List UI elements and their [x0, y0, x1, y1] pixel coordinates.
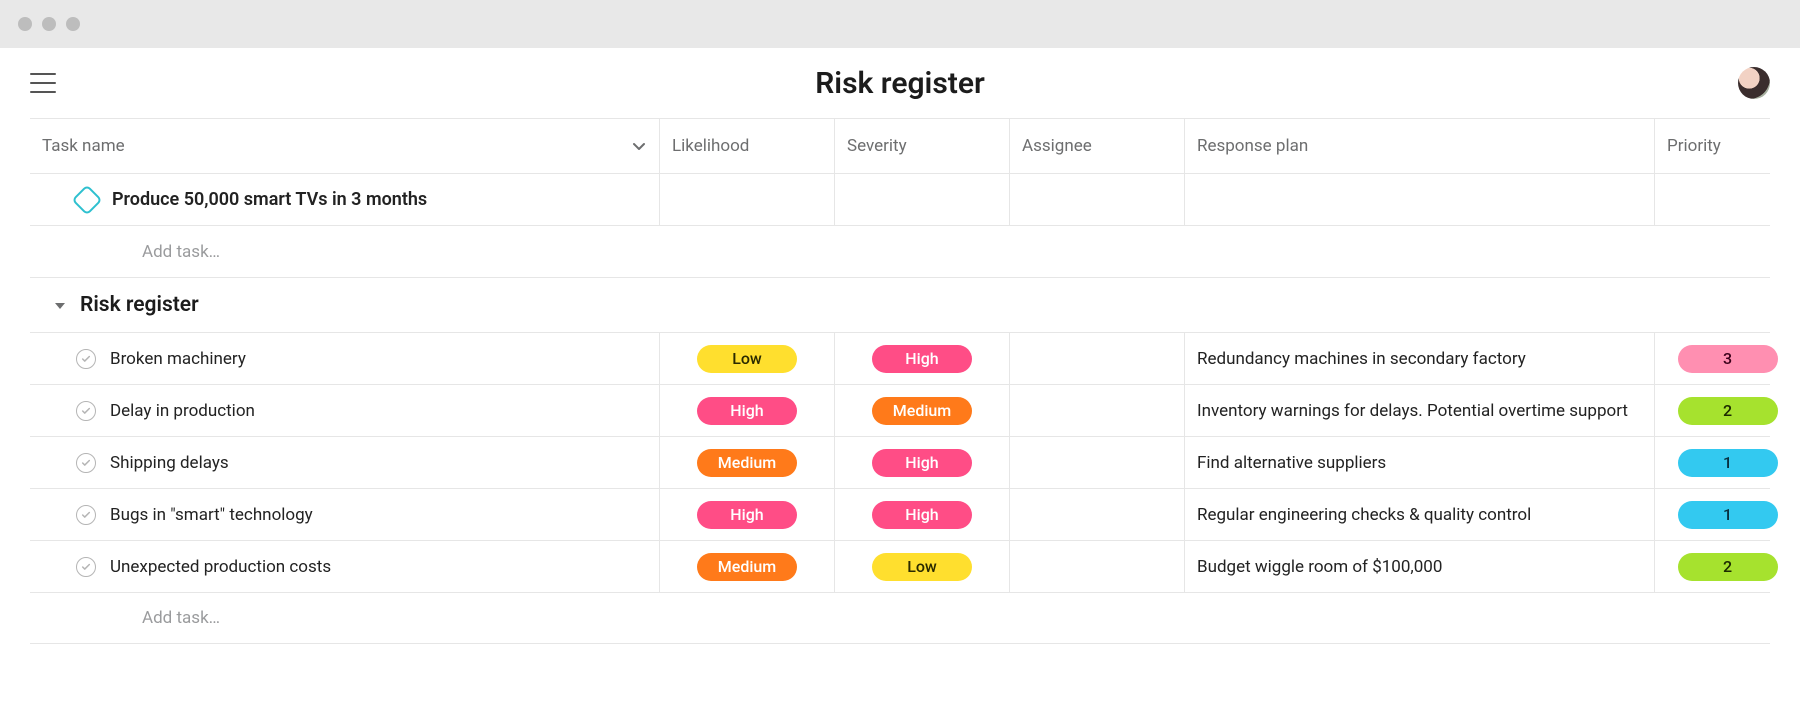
- response-cell[interactable]: Redundancy machines in secondary factory: [1185, 333, 1655, 384]
- severity-pill[interactable]: High: [872, 345, 972, 373]
- assignee-cell[interactable]: [1010, 333, 1185, 384]
- task-name: Broken machinery: [110, 349, 246, 369]
- window-chrome: [0, 0, 1800, 48]
- add-task-row[interactable]: Add task…: [30, 592, 1770, 644]
- goal-title: Produce 50,000 smart TVs in 3 months: [112, 189, 427, 210]
- goal-icon: [71, 184, 102, 215]
- check-circle-icon[interactable]: [76, 401, 96, 421]
- likelihood-pill[interactable]: High: [697, 501, 797, 529]
- likelihood-pill[interactable]: Low: [697, 345, 797, 373]
- column-header-priority[interactable]: Priority: [1655, 119, 1800, 173]
- response-cell[interactable]: Regular engineering checks & quality con…: [1185, 489, 1655, 540]
- column-header-label: Assignee: [1022, 136, 1092, 156]
- table-row[interactable]: Broken machinery Low High Redundancy machin…: [30, 332, 1770, 384]
- add-task-label: Add task…: [30, 593, 1800, 643]
- column-header-severity[interactable]: Severity: [835, 119, 1010, 173]
- table-header-row: Task name Likelihood Severity Assignee R…: [30, 118, 1770, 173]
- column-header-label: Severity: [847, 136, 907, 156]
- task-name: Bugs in "smart" technology: [110, 505, 313, 525]
- avatar[interactable]: [1738, 67, 1770, 99]
- priority-pill[interactable]: 3: [1678, 345, 1778, 373]
- likelihood-pill[interactable]: High: [697, 397, 797, 425]
- check-circle-icon[interactable]: [76, 453, 96, 473]
- topbar: Risk register: [0, 48, 1800, 118]
- task-name: Shipping delays: [110, 453, 229, 473]
- assignee-cell[interactable]: [1010, 385, 1185, 436]
- add-task-label: Add task…: [30, 226, 1800, 277]
- severity-pill[interactable]: Medium: [872, 397, 972, 425]
- priority-pill[interactable]: 1: [1678, 449, 1778, 477]
- window-dot-zoom[interactable]: [66, 17, 80, 31]
- severity-pill[interactable]: High: [872, 449, 972, 477]
- severity-pill[interactable]: Low: [872, 553, 972, 581]
- triangle-down-icon[interactable]: [54, 294, 66, 318]
- goal-row[interactable]: Produce 50,000 smart TVs in 3 months: [30, 173, 1770, 225]
- section-row[interactable]: Risk register: [30, 277, 1770, 332]
- check-circle-icon[interactable]: [76, 505, 96, 525]
- table-row[interactable]: Unexpected production costs Medium Low Budg…: [30, 540, 1770, 592]
- priority-pill[interactable]: 1: [1678, 501, 1778, 529]
- severity-pill[interactable]: High: [872, 501, 972, 529]
- column-header-label: Task name: [42, 136, 125, 156]
- likelihood-pill[interactable]: Medium: [697, 449, 797, 477]
- response-cell[interactable]: Inventory warnings for delays. Potential…: [1185, 385, 1655, 436]
- window-dot-close[interactable]: [18, 17, 32, 31]
- assignee-cell[interactable]: [1010, 437, 1185, 488]
- section-title: Risk register: [80, 293, 199, 317]
- assignee-cell[interactable]: [1010, 541, 1185, 592]
- page-title: Risk register: [0, 66, 1800, 101]
- priority-pill[interactable]: 2: [1678, 397, 1778, 425]
- table-row[interactable]: Delay in production High Medium Inventory w…: [30, 384, 1770, 436]
- column-header-likelihood[interactable]: Likelihood: [660, 119, 835, 173]
- window-dot-minimize[interactable]: [42, 17, 56, 31]
- table-row[interactable]: Shipping delays Medium High Find alternativ…: [30, 436, 1770, 488]
- table-row[interactable]: Bugs in "smart" technology High High Regula…: [30, 488, 1770, 540]
- response-cell[interactable]: Find alternative suppliers: [1185, 437, 1655, 488]
- check-circle-icon[interactable]: [76, 349, 96, 369]
- column-header-label: Priority: [1667, 136, 1721, 156]
- column-header-response[interactable]: Response plan: [1185, 119, 1655, 173]
- task-name: Unexpected production costs: [110, 557, 331, 577]
- column-header-assignee[interactable]: Assignee: [1010, 119, 1185, 173]
- check-circle-icon[interactable]: [76, 557, 96, 577]
- column-header-label: Response plan: [1197, 136, 1308, 156]
- task-name: Delay in production: [110, 401, 255, 421]
- priority-pill[interactable]: 2: [1678, 553, 1778, 581]
- column-header-label: Likelihood: [672, 136, 749, 156]
- likelihood-pill[interactable]: Medium: [697, 553, 797, 581]
- chevron-down-icon[interactable]: [631, 138, 647, 154]
- assignee-cell[interactable]: [1010, 489, 1185, 540]
- column-header-task-name[interactable]: Task name: [30, 119, 660, 173]
- response-cell[interactable]: Budget wiggle room of $100,000: [1185, 541, 1655, 592]
- add-task-row[interactable]: Add task…: [30, 225, 1770, 277]
- menu-button[interactable]: [30, 73, 56, 93]
